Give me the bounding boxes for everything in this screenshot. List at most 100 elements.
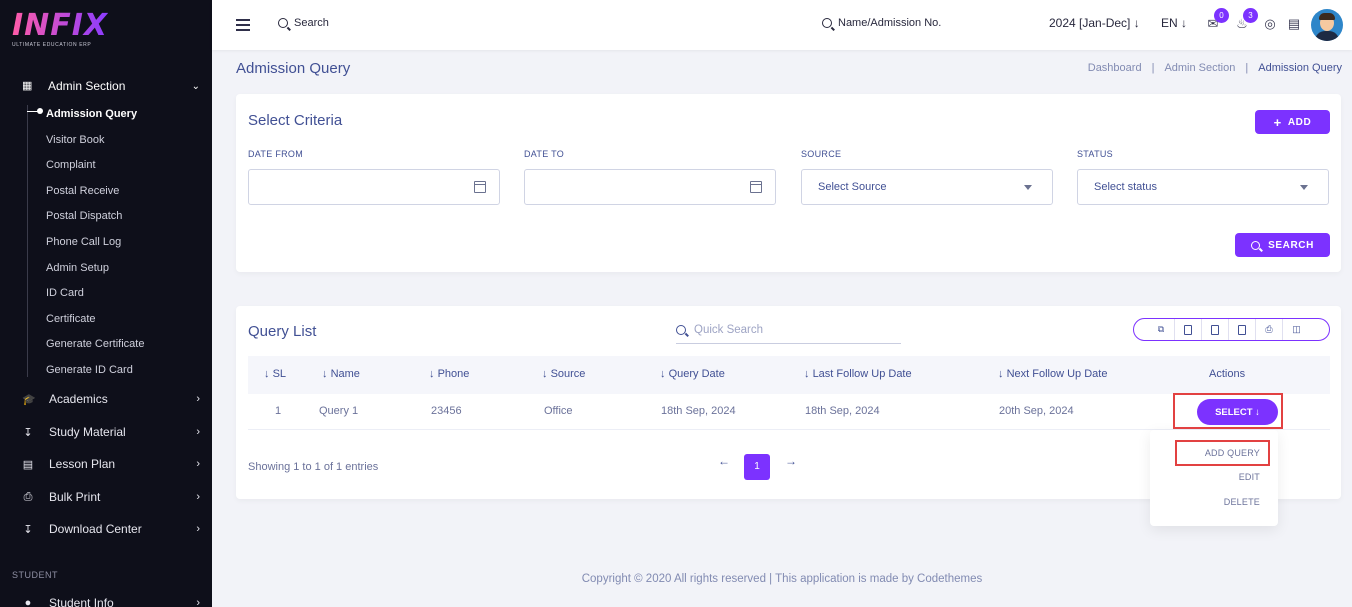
sidebar-item-id-card[interactable]: ID Card	[46, 285, 84, 301]
columns-button[interactable]: ◫	[1283, 319, 1310, 340]
date-to-label: DATE TO	[524, 149, 565, 159]
sort-last-follow-up[interactable]: ↓ Last Follow Up Date	[804, 368, 912, 380]
top-search-label: Search	[294, 17, 329, 29]
submenu-line	[27, 105, 28, 377]
calendar-icon[interactable]	[750, 181, 762, 193]
sidebar-item-certificate[interactable]: Certificate	[46, 311, 96, 327]
menu-label: Student Info	[49, 596, 114, 607]
breadcrumb-admin-section[interactable]: Admin Section	[1164, 62, 1235, 74]
chevron-right-icon: ›	[196, 597, 200, 607]
name-admission-search[interactable]: Name/Admission No.	[822, 17, 941, 29]
sidebar-item-academics[interactable]: 🎓 Academics ›	[22, 390, 200, 408]
column-name: Name	[330, 368, 360, 380]
csv-button[interactable]	[1202, 319, 1229, 340]
sidebar-item-admission-query[interactable]: Admission Query	[46, 106, 137, 122]
sidebar-item-study-material[interactable]: ↧ Study Material ›	[22, 423, 200, 441]
status-select[interactable]: Select status	[1077, 169, 1329, 205]
sidebar-item-visitor-book[interactable]: Visitor Book	[46, 132, 105, 148]
source-select[interactable]: Select Source	[801, 169, 1053, 205]
breadcrumb-current: Admission Query	[1258, 62, 1342, 74]
sidebar-item-bulk-print[interactable]: ⎙ Bulk Print ›	[22, 488, 200, 506]
message-icon[interactable]: ✉ 0	[1205, 8, 1229, 32]
search-icon	[1251, 240, 1261, 250]
menu-label: Academics	[49, 392, 108, 406]
arrow-down-icon: ↓	[1133, 16, 1140, 30]
breadcrumb-dashboard[interactable]: Dashboard	[1088, 62, 1142, 74]
cell-name: Query 1	[319, 405, 359, 417]
cell-last-follow-up: 18th Sep, 2024	[805, 405, 880, 417]
excel-button[interactable]	[1175, 319, 1202, 340]
logo-text: INFIX	[12, 8, 109, 43]
sidebar-item-postal-receive[interactable]: Postal Receive	[46, 183, 119, 199]
sidebar-item-lesson-plan[interactable]: ▤ Lesson Plan ›	[22, 455, 200, 473]
cell-source: Office	[544, 405, 573, 417]
sidebar-item-postal-dispatch[interactable]: Postal Dispatch	[46, 208, 122, 224]
menu-toggle-icon[interactable]	[236, 19, 250, 31]
add-button[interactable]: + ADD	[1255, 110, 1330, 134]
cell-query-date: 18th Sep, 2024	[661, 405, 736, 417]
active-indicator	[27, 108, 43, 114]
sort-name[interactable]: ↓ Name	[322, 368, 360, 380]
csv-icon	[1211, 324, 1219, 335]
menu-item-edit[interactable]: EDIT	[1239, 472, 1260, 482]
column-sl: SL	[272, 368, 287, 380]
sort-query-date[interactable]: ↓ Query Date	[660, 368, 725, 380]
sidebar-item-phone-call-log[interactable]: Phone Call Log	[46, 234, 121, 250]
copy-button[interactable]: ⧉	[1148, 319, 1175, 340]
sidebar-item-generate-certificate[interactable]: Generate Certificate	[46, 336, 144, 352]
avatar[interactable]	[1311, 9, 1343, 41]
next-page-icon[interactable]: →	[785, 454, 797, 468]
sidebar-section-admin[interactable]: ▦ Admin Section ⌄	[22, 77, 200, 95]
message-badge: 0	[1214, 8, 1229, 23]
entries-info: Showing 1 to 1 of 1 entries	[248, 461, 379, 473]
chart-icon[interactable]: ▤	[1286, 16, 1302, 32]
sidebar-item-generate-id-card[interactable]: Generate ID Card	[46, 362, 133, 378]
pdf-button[interactable]	[1229, 319, 1256, 340]
pdf-icon	[1238, 324, 1246, 335]
sort-phone[interactable]: ↓ Phone	[429, 368, 469, 380]
date-from-input[interactable]	[248, 169, 500, 205]
logo[interactable]: INFIX ULTIMATE EDUCATION ERP	[12, 8, 109, 49]
caret-down-icon	[1300, 185, 1308, 190]
sort-sl[interactable]: ↓ SL	[264, 368, 286, 380]
column-source: Source	[550, 368, 586, 380]
search-icon	[822, 18, 832, 28]
table-header: ↓ SL ↓ Name ↓ Phone ↓ Source ↓ Query Dat…	[248, 356, 1330, 394]
menu-label: Lesson Plan	[49, 457, 116, 471]
page-1-button[interactable]: 1	[744, 454, 770, 480]
calendar-icon[interactable]	[474, 181, 486, 193]
status-label: STATUS	[1077, 149, 1113, 159]
sidebar-item-student-info[interactable]: ● Student Info ›	[22, 594, 200, 607]
session-selector[interactable]: 2024 [Jan-Dec] ↓	[1049, 16, 1140, 30]
lesson-icon: ▤	[22, 458, 34, 471]
admin-icon: ▦	[22, 80, 33, 92]
search-icon	[676, 324, 686, 335]
print-icon: ⎙	[23, 490, 33, 503]
language-selector[interactable]: EN ↓	[1161, 16, 1187, 30]
top-search[interactable]: Search	[278, 17, 329, 29]
sidebar-item-download-center[interactable]: ↧ Download Center ›	[22, 520, 200, 538]
globe-icon[interactable]: ◎	[1262, 16, 1278, 32]
column-last-follow-up: Last Follow Up Date	[812, 368, 912, 380]
sidebar-item-admin-setup[interactable]: Admin Setup	[46, 260, 109, 276]
menu-label: Bulk Print	[49, 490, 101, 504]
prev-page-icon[interactable]: ←	[718, 454, 730, 468]
quick-search-placeholder: Quick Search	[694, 323, 764, 336]
date-to-input[interactable]	[524, 169, 776, 205]
quick-search-input[interactable]: Quick Search	[676, 316, 901, 344]
user-icon: ●	[24, 597, 32, 607]
chevron-right-icon: ›	[196, 523, 200, 535]
print-button[interactable]: ⎙	[1256, 319, 1283, 340]
menu-item-delete[interactable]: DELETE	[1224, 497, 1260, 507]
source-value: Select Source	[818, 181, 887, 193]
column-query-date: Query Date	[668, 368, 725, 380]
sort-source[interactable]: ↓ Source	[542, 368, 585, 380]
sort-next-follow-up[interactable]: ↓ Next Follow Up Date	[998, 368, 1107, 380]
search-button[interactable]: SEARCH	[1235, 233, 1330, 257]
bell-icon[interactable]: ♨ 3	[1234, 8, 1258, 32]
sidebar-item-complaint[interactable]: Complaint	[46, 157, 96, 173]
chevron-right-icon: ›	[196, 491, 200, 503]
session-label: 2024 [Jan-Dec]	[1049, 16, 1131, 30]
menu-label: Download Center	[49, 522, 142, 536]
date-from-label: DATE FROM	[248, 149, 304, 159]
